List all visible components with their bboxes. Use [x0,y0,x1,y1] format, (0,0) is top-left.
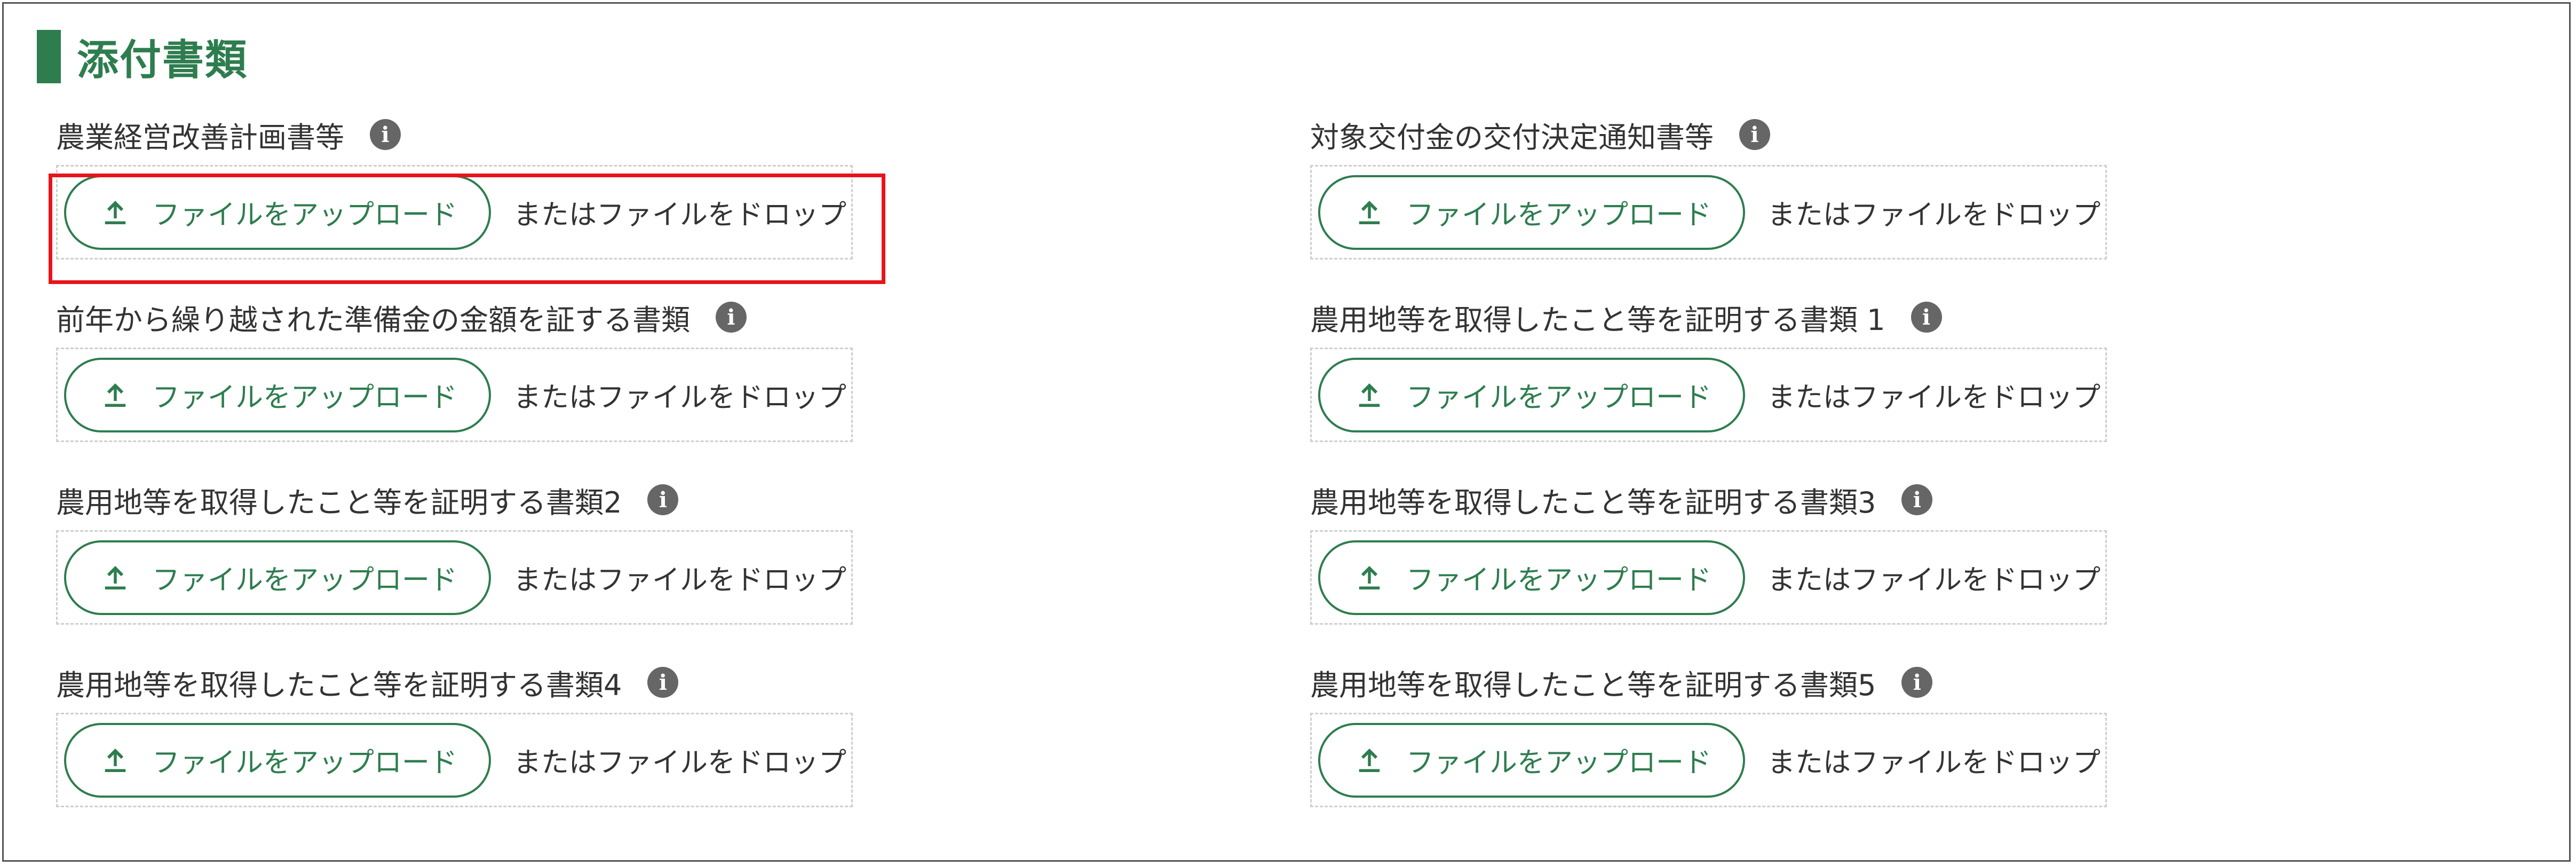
upload-file-button[interactable]: ファイルをアップロード [1318,722,1745,798]
attachment-field-farmland-proof-3: 農用地等を取得したこと等を証明する書類3 i ファイルをアップロード またはファ… [1310,476,2111,625]
info-icon[interactable]: i [1739,119,1770,150]
field-label: 農用地等を取得したこと等を証明する書類5 [1310,668,1876,702]
upload-button-label: ファイルをアップロード [1406,747,1711,779]
upload-file-button[interactable]: ファイルをアップロード [64,175,491,250]
attachment-field-farmland-proof-4: 農用地等を取得したこと等を証明する書類4 i ファイルをアップロード またはファ… [56,658,857,807]
field-label-row: 農用地等を取得したこと等を証明する書類5 i [1310,658,2111,706]
upload-icon [98,195,133,230]
drop-hint-text: またはファイルをドロップ [513,747,847,779]
upload-file-button[interactable]: ファイルをアップロード [64,540,491,615]
field-label-row: 前年から繰り越された準備金の金額を証する書類 i [56,293,857,341]
field-label-row: 対象交付金の交付決定通知書等 i [1310,111,2111,159]
upload-file-button[interactable]: ファイルをアップロード [64,357,491,432]
upload-button-label: ファイルをアップロード [152,382,457,414]
upload-button-label: ファイルをアップロード [1406,564,1711,596]
info-icon[interactable]: i [647,667,679,698]
upload-icon [98,377,133,413]
field-label: 前年から繰り越された準備金の金額を証する書類 [56,303,690,337]
drop-hint-text: またはファイルをドロップ [1767,747,2101,779]
upload-file-button[interactable]: ファイルをアップロード [1318,540,1745,615]
drop-hint-text: またはファイルをドロップ [1767,382,2101,414]
upload-icon [1352,743,1387,778]
field-label: 農業経営改善計画書等 [56,120,344,154]
upload-button-label: ファイルをアップロード [152,747,457,779]
section-header: 添付書類 [37,27,248,86]
upload-icon [1352,195,1387,230]
upload-icon [1352,377,1387,413]
drop-hint-text: またはファイルをドロップ [1767,199,2101,231]
upload-icon [98,560,133,595]
field-label-row: 農業経営改善計画書等 i [56,111,857,159]
attachment-field-farmland-proof-1: 農用地等を取得したこと等を証明する書類 1 i ファイルをアップロード またはフ… [1310,293,2111,442]
section-title: 添付書類 [77,36,248,84]
upload-button-label: ファイルをアップロード [1406,199,1711,231]
drop-hint-text: またはファイルをドロップ [1767,564,2101,596]
info-icon[interactable]: i [716,302,747,333]
field-label: 対象交付金の交付決定通知書等 [1310,120,1714,154]
upload-button-label: ファイルをアップロード [152,564,457,596]
upload-icon [1352,560,1387,595]
field-label: 農用地等を取得したこと等を証明する書類2 [56,485,622,519]
field-label: 農用地等を取得したこと等を証明する書類 1 [1310,303,1885,337]
field-label-row: 農用地等を取得したこと等を証明する書類4 i [56,658,857,706]
field-label-row: 農用地等を取得したこと等を証明する書類3 i [1310,476,2111,524]
attachment-field-grant-notice: 対象交付金の交付決定通知書等 i ファイルをアップロード またはファイルをドロッ… [1310,111,2111,259]
section-title-bar [37,30,61,83]
file-dropzone[interactable]: ファイルをアップロード またはファイルをドロップ [1310,348,2107,442]
drop-hint-text: またはファイルをドロップ [513,382,847,414]
field-label: 農用地等を取得したこと等を証明する書類3 [1310,485,1876,519]
file-dropzone[interactable]: ファイルをアップロード またはファイルをドロップ [1310,530,2107,625]
info-icon[interactable]: i [1901,484,1933,515]
upload-file-button[interactable]: ファイルをアップロード [1318,357,1745,432]
upload-button-label: ファイルをアップロード [152,199,457,231]
upload-icon [98,743,133,778]
file-dropzone[interactable]: ファイルをアップロード またはファイルをドロップ [1310,713,2107,807]
field-label-row: 農用地等を取得したこと等を証明する書類2 i [56,476,857,524]
field-label: 農用地等を取得したこと等を証明する書類4 [56,668,622,702]
field-label-row: 農用地等を取得したこと等を証明する書類 1 i [1310,293,2111,341]
attachment-field-farmland-proof-2: 農用地等を取得したこと等を証明する書類2 i ファイルをアップロード またはファ… [56,476,857,625]
info-icon[interactable]: i [370,119,401,150]
drop-hint-text: またはファイルをドロップ [513,564,847,596]
info-icon[interactable]: i [647,484,679,515]
attachment-field-management-plan: 農業経営改善計画書等 i ファイルをアップロード またはファイルをドロップ [56,111,857,259]
upload-file-button[interactable]: ファイルをアップロード [64,722,491,798]
file-dropzone[interactable]: ファイルをアップロード またはファイルをドロップ [56,348,853,442]
upload-button-label: ファイルをアップロード [1406,382,1711,414]
file-dropzone[interactable]: ファイルをアップロード またはファイルをドロップ [56,165,853,259]
attachments-panel: 添付書類 農業経営改善計画書等 i ファイルをアップロード またはファイルをドロ… [2,2,2571,862]
attachment-field-farmland-proof-5: 農用地等を取得したこと等を証明する書類5 i ファイルをアップロード またはファ… [1310,658,2111,807]
info-icon[interactable]: i [1911,302,1942,333]
attachment-field-reserve-amount: 前年から繰り越された準備金の金額を証する書類 i ファイルをアップロード または… [56,293,857,442]
info-icon[interactable]: i [1901,667,1933,698]
file-dropzone[interactable]: ファイルをアップロード またはファイルをドロップ [56,713,853,807]
upload-file-button[interactable]: ファイルをアップロード [1318,175,1745,250]
file-dropzone[interactable]: ファイルをアップロード またはファイルをドロップ [1310,165,2107,259]
drop-hint-text: またはファイルをドロップ [513,199,847,231]
file-dropzone[interactable]: ファイルをアップロード またはファイルをドロップ [56,530,853,625]
